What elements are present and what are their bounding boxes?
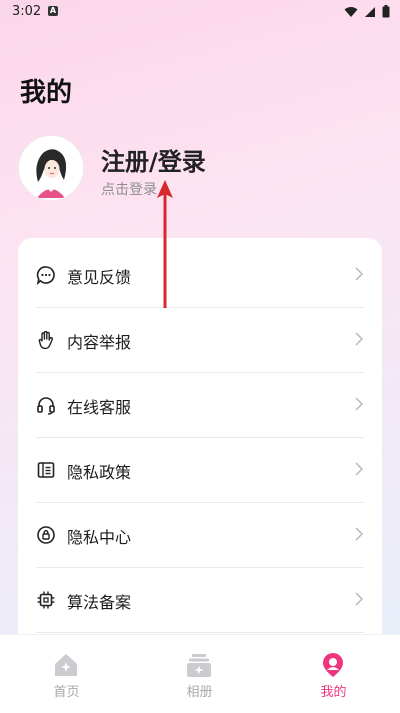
menu-item-feedback[interactable]: 意见反馈: [18, 242, 382, 307]
privacy-shield-icon: [37, 526, 55, 544]
profile-login-section[interactable]: 注册/登录 点击登录: [18, 135, 378, 205]
tab-label: 相册: [186, 685, 213, 700]
profile-icon: [323, 653, 343, 677]
menu-item-label: 算法备案: [67, 593, 132, 612]
divider: [36, 632, 364, 633]
chat-bubble-icon: [36, 266, 55, 285]
login-title[interactable]: 注册/登录: [101, 142, 206, 177]
document-icon: [37, 462, 55, 478]
avatar[interactable]: [18, 135, 84, 201]
tab-home[interactable]: 首页: [0, 635, 133, 713]
album-icon: [187, 654, 211, 677]
menu-item-label: 内容举报: [67, 333, 132, 352]
login-subtitle[interactable]: 点击登录: [101, 179, 157, 199]
avatar-illustration-icon: [19, 136, 83, 200]
notification-icon: A: [48, 6, 58, 16]
status-icons: [344, 5, 390, 18]
chevron-right-icon: [355, 397, 364, 411]
chevron-right-icon: [355, 267, 364, 281]
tab-album[interactable]: 相册: [133, 635, 266, 713]
signal-icon: [365, 6, 375, 17]
menu-card: 意见反馈 内容举报 在线客服 隐私政策 隐私中心 算法备案: [18, 238, 382, 658]
menu-item-label: 在线客服: [67, 398, 132, 417]
chevron-right-icon: [355, 592, 364, 606]
tab-label: 我的: [320, 685, 347, 700]
home-icon: [55, 654, 77, 676]
hand-icon: [38, 330, 54, 350]
bottom-tab-bar: 首页 相册 我的: [0, 634, 400, 713]
tab-mine[interactable]: 我的: [267, 635, 400, 713]
status-time: 3:02: [12, 4, 42, 19]
menu-item-label: 隐私中心: [67, 528, 132, 547]
menu-item-label: 隐私政策: [67, 463, 132, 482]
chevron-right-icon: [355, 332, 364, 346]
wifi-icon: [344, 6, 358, 17]
chevron-right-icon: [355, 527, 364, 541]
menu-item-algorithm-filing[interactable]: 算法备案: [18, 567, 382, 632]
headset-icon: [37, 397, 55, 415]
menu-item-privacy-policy[interactable]: 隐私政策: [18, 437, 382, 502]
menu-item-privacy-center[interactable]: 隐私中心: [18, 502, 382, 567]
page-title: 我的: [20, 78, 73, 108]
menu-item-customer-service[interactable]: 在线客服: [18, 372, 382, 437]
menu-item-report[interactable]: 内容举报: [18, 307, 382, 372]
menu-item-label: 意见反馈: [67, 268, 132, 287]
tab-label: 首页: [53, 685, 80, 700]
chevron-right-icon: [355, 462, 364, 476]
chip-icon: [37, 591, 55, 609]
battery-icon: [382, 5, 390, 18]
status-bar: 3:02 A: [0, 0, 400, 24]
